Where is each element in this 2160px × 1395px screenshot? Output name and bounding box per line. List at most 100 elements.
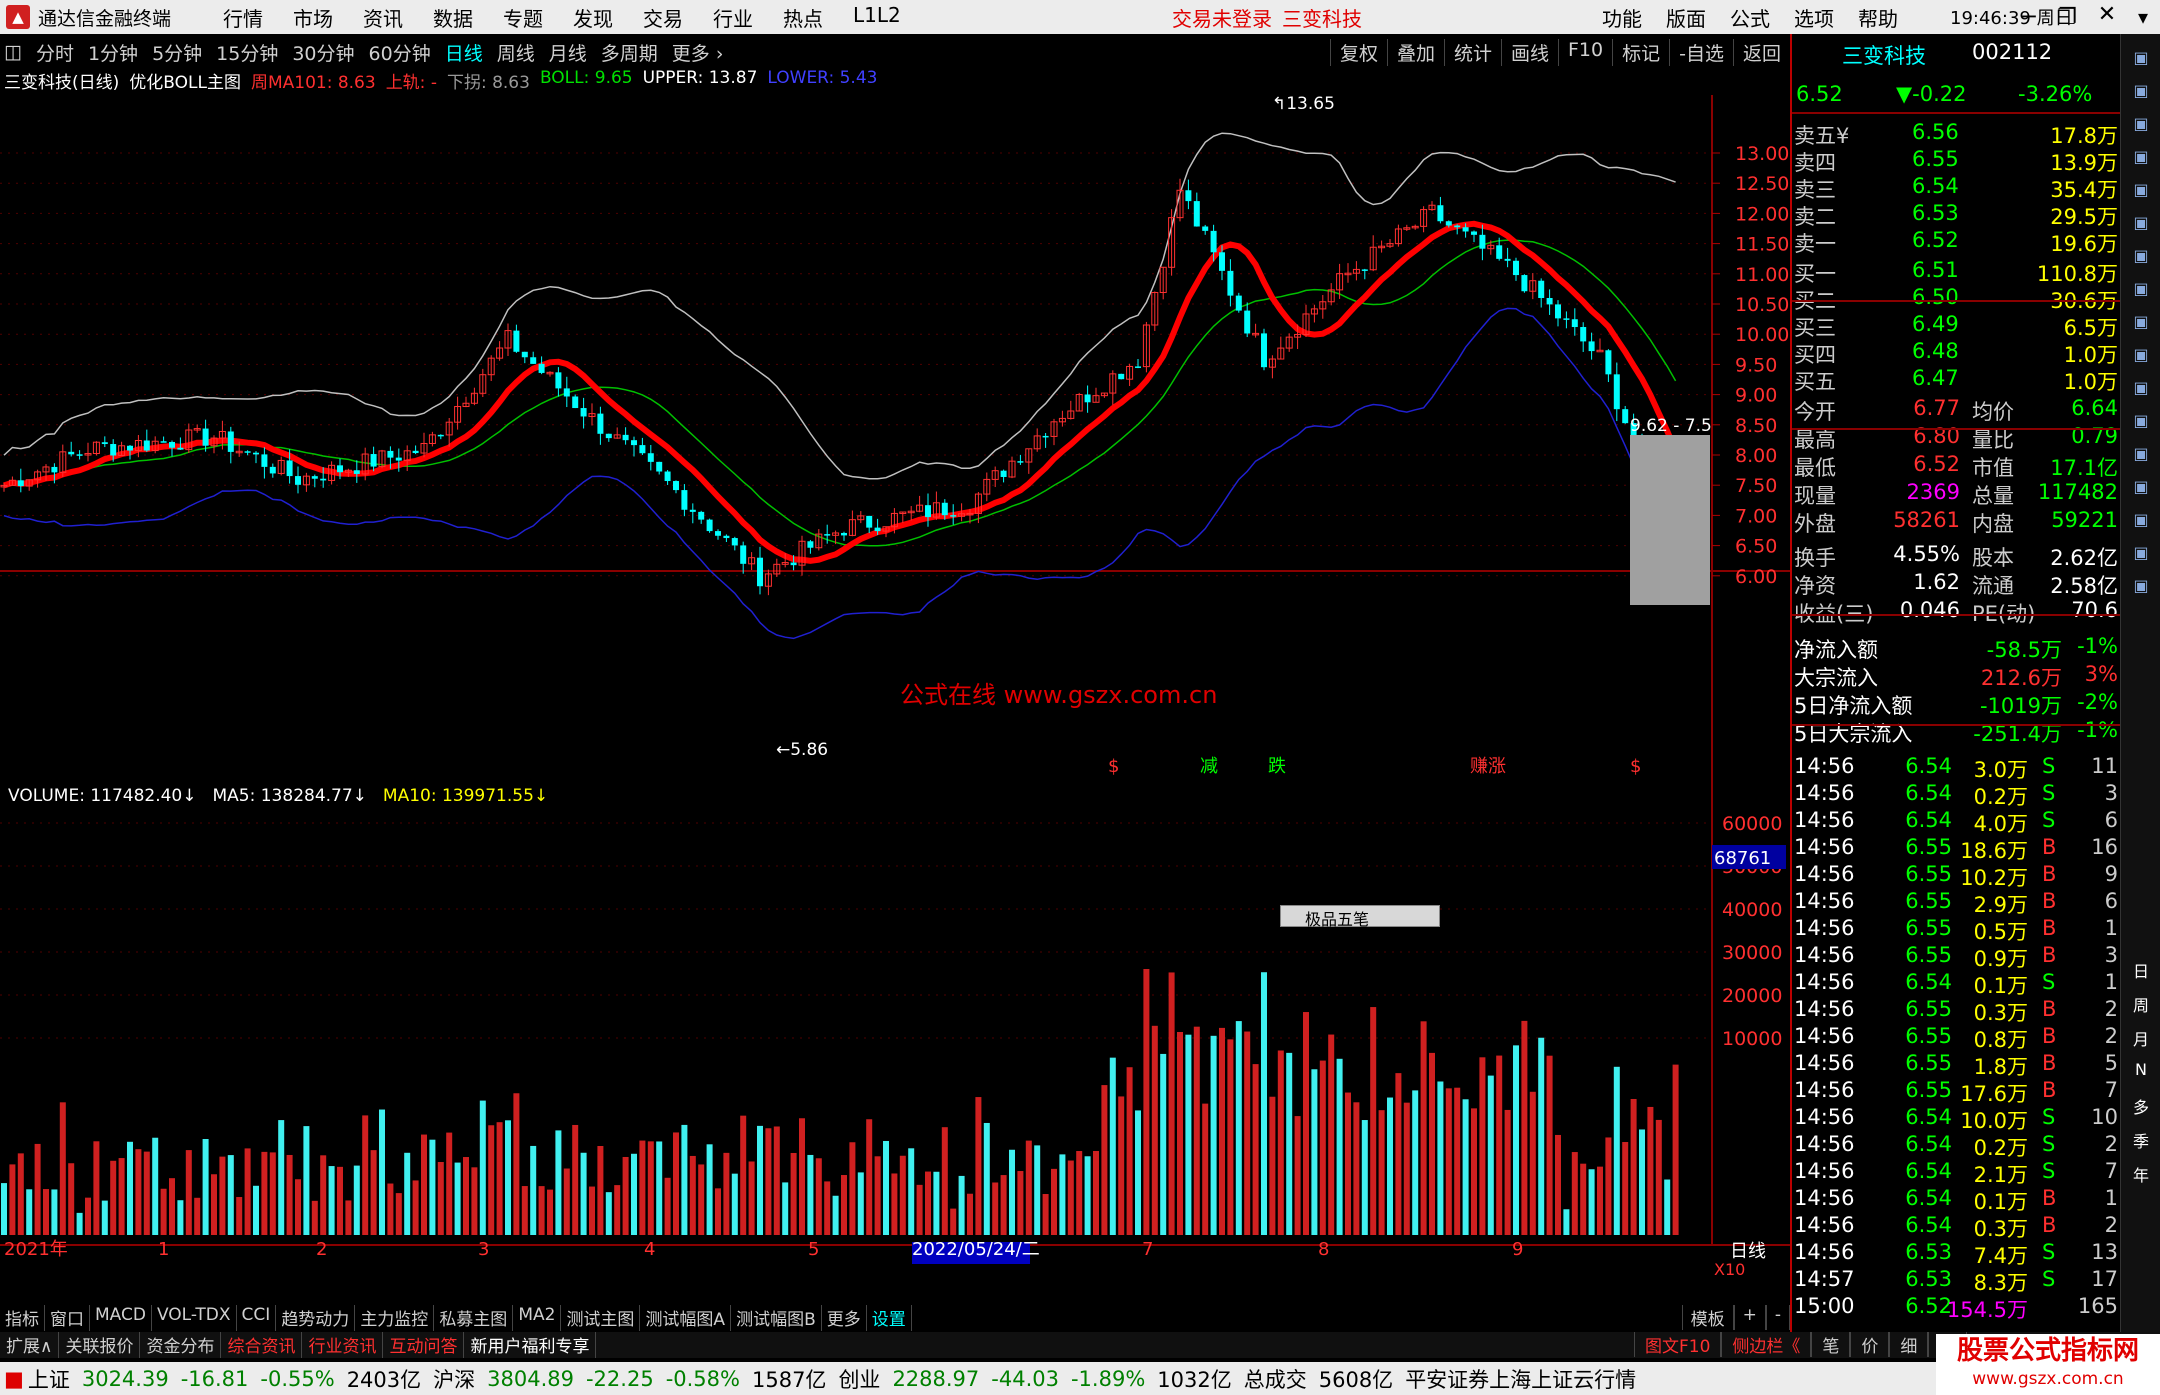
- minimize-icon[interactable]: ─: [2012, 5, 2046, 30]
- period-1min[interactable]: 1分钟: [88, 39, 138, 66]
- indicator-tab[interactable]: 设置: [867, 1305, 912, 1331]
- period-shortcut[interactable]: 季: [2127, 1128, 2155, 1152]
- buy-level[interactable]: 买四 6.48 1.0万: [1792, 339, 2122, 367]
- collapse-icon[interactable]: ▾: [2126, 5, 2160, 29]
- sell-level[interactable]: 卖五¥ 6.56 17.8万: [1792, 120, 2122, 148]
- fs-icon[interactable]: ▣: [2127, 543, 2155, 567]
- indicator-tab[interactable]: 测试幅图A: [640, 1305, 732, 1331]
- flow-row[interactable]: 5日大宗流入 -251.4万 -1%: [1792, 718, 2122, 746]
- indicator-tab[interactable]: VOL-TDX: [152, 1305, 237, 1331]
- move-icon[interactable]: ▣: [2127, 477, 2155, 501]
- line-icon[interactable]: ▣: [2127, 180, 2155, 204]
- buy-level[interactable]: 买三 6.49 6.5万: [1792, 312, 2122, 340]
- menu-item[interactable]: 发现: [573, 3, 613, 32]
- settings-icon[interactable]: ▣: [2127, 378, 2155, 402]
- ime-toolbar[interactable]: 极品五笔: [1280, 905, 1440, 929]
- menu-item[interactable]: 行业: [713, 3, 753, 32]
- kline-chart[interactable]: 13.00 12.50 12.00 11.50 11.00 10.50 10.00 9.50 9…: [0, 95, 1790, 1285]
- tick-row[interactable]: 14:56 6.55 17.6万 B 7: [1792, 1078, 2122, 1106]
- info-tab[interactable]: 扩展∧: [0, 1332, 60, 1358]
- menu-item[interactable]: 交易: [643, 3, 683, 32]
- tool-back[interactable]: 返回: [1732, 38, 1790, 66]
- menu-item[interactable]: 数据: [433, 3, 473, 32]
- menu-item[interactable]: 专题: [503, 3, 543, 32]
- stat-row[interactable]: 净资 1.62 流通 2.58亿: [1792, 570, 2122, 598]
- tool-remove-watch[interactable]: -自选: [1669, 38, 1733, 66]
- table-icon[interactable]: ▣: [2127, 147, 2155, 171]
- quote-header[interactable]: 三变科技 002112: [1792, 40, 2122, 68]
- side-tab[interactable]: 细: [1889, 1332, 1929, 1357]
- indicator-tab[interactable]: MA2: [513, 1305, 562, 1331]
- stat-row[interactable]: 收益(三) 0.046 PE(动) 70.6: [1792, 598, 2122, 626]
- period-60min[interactable]: 60分钟: [369, 39, 431, 66]
- indicator-tab[interactable]: 指标: [0, 1305, 45, 1331]
- tick-row[interactable]: 15:00 6.52 154.5万 165: [1792, 1294, 2122, 1322]
- period-30min[interactable]: 30分钟: [292, 39, 354, 66]
- index-sh-label[interactable]: 上证: [28, 1364, 70, 1394]
- stat-row[interactable]: 最低 6.52 市值 17.1亿: [1792, 452, 2122, 480]
- close-icon[interactable]: ✕: [2090, 2, 2124, 27]
- flow-row[interactable]: 5日净流入额 -1019万 -2%: [1792, 690, 2122, 718]
- menu-item[interactable]: 热点: [783, 3, 823, 32]
- period-weekly[interactable]: 周线: [497, 39, 535, 66]
- tool-f10[interactable]: F10: [1558, 38, 1612, 66]
- side-tab[interactable]: 笔: [1811, 1332, 1851, 1357]
- tick-row[interactable]: 14:56 6.55 0.8万 B 2: [1792, 1024, 2122, 1052]
- tool-overlay[interactable]: 叠加: [1386, 38, 1444, 66]
- buy-level[interactable]: 买一 6.51 110.8万: [1792, 258, 2122, 286]
- tick-row[interactable]: 14:56 6.54 0.3万 B 2: [1792, 1213, 2122, 1241]
- rsi-icon[interactable]: ▣: [2127, 444, 2155, 468]
- candle-icon[interactable]: ▣: [2127, 213, 2155, 237]
- side-tab[interactable]: 图文F10: [1634, 1332, 1722, 1357]
- tick-row[interactable]: 14:56 6.55 2.9万 B 6: [1792, 889, 2122, 917]
- tick-row[interactable]: 14:57 6.53 8.3万 S 17: [1792, 1267, 2122, 1295]
- info-tab[interactable]: 综合资讯: [221, 1332, 303, 1358]
- stat-row[interactable]: 换手 4.55% 股本 2.62亿: [1792, 542, 2122, 570]
- broker-name[interactable]: 平安证券上海上证云行情: [1405, 1364, 1636, 1394]
- period-multi[interactable]: 多周期: [601, 39, 658, 66]
- pen-icon[interactable]: ▣: [2127, 510, 2155, 534]
- tick-row[interactable]: 14:56 6.55 1.8万 B 5: [1792, 1051, 2122, 1079]
- buy-level[interactable]: 买二 6.50 30.6万: [1792, 285, 2122, 313]
- tick-row[interactable]: 14:56 6.55 0.3万 B 2: [1792, 997, 2122, 1025]
- arrow-up-icon[interactable]: ▣: [2127, 48, 2155, 72]
- filter-icon[interactable]: ▣: [2127, 411, 2155, 435]
- tick-row[interactable]: 14:56 6.54 4.0万 S 6: [1792, 808, 2122, 836]
- tick-row[interactable]: 14:56 6.54 0.2万 S 3: [1792, 781, 2122, 809]
- period-more[interactable]: 更多 ›: [672, 39, 724, 66]
- tick-row[interactable]: 14:56 6.54 0.1万 S 1: [1792, 970, 2122, 998]
- period-shortcut[interactable]: 多: [2127, 1094, 2155, 1118]
- menu-item[interactable]: 公式: [1730, 3, 1770, 32]
- period-shortcut[interactable]: 年: [2127, 1162, 2155, 1186]
- info-tab[interactable]: 新用户福利专享: [464, 1332, 597, 1358]
- tick-row[interactable]: 14:56 6.54 0.2万 S 2: [1792, 1132, 2122, 1160]
- toggle-icon[interactable]: ◫: [4, 41, 22, 63]
- template-control[interactable]: 模板: [1681, 1305, 1734, 1330]
- menu-item[interactable]: 功能: [1602, 3, 1642, 32]
- indicator-tab[interactable]: 测试主图: [561, 1305, 641, 1331]
- template-control[interactable]: -: [1765, 1305, 1790, 1330]
- tool-stats[interactable]: 统计: [1443, 38, 1501, 66]
- indicator-tab[interactable]: 主力监控: [355, 1305, 435, 1331]
- flow-row[interactable]: 大宗流入 212.6万 3%: [1792, 662, 2122, 690]
- buy-level[interactable]: 买五 6.47 1.0万: [1792, 366, 2122, 394]
- tick-row[interactable]: 14:56 6.53 7.4万 S 13: [1792, 1240, 2122, 1268]
- trade-status[interactable]: 交易未登录: [1172, 3, 1272, 32]
- indicator-name[interactable]: 优化BOLL主图: [129, 68, 241, 94]
- tick-row[interactable]: 14:56 6.54 10.0万 S 10: [1792, 1105, 2122, 1133]
- flow-row[interactable]: 净流入额 -58.5万 -1%: [1792, 634, 2122, 662]
- tool-draw[interactable]: 画线: [1500, 38, 1558, 66]
- sell-level[interactable]: 卖二 6.53 29.5万: [1792, 201, 2122, 229]
- sell-level[interactable]: 卖三 6.54 35.4万: [1792, 174, 2122, 202]
- period-15min[interactable]: 15分钟: [216, 39, 278, 66]
- indicator-tab[interactable]: 测试幅图B: [731, 1305, 822, 1331]
- indicator-tab[interactable]: 私募主图: [434, 1305, 514, 1331]
- tool-adjust[interactable]: 复权: [1329, 38, 1387, 66]
- menu-item[interactable]: 选项: [1794, 3, 1834, 32]
- panel-icon[interactable]: ▣: [2127, 345, 2155, 369]
- info-tab[interactable]: 资金分布: [140, 1332, 222, 1358]
- period-daily[interactable]: 日线: [445, 39, 483, 66]
- tick-row[interactable]: 14:56 6.55 0.9万 B 3: [1792, 943, 2122, 971]
- menu-item[interactable]: 帮助: [1858, 3, 1898, 32]
- tick-row[interactable]: 14:56 6.54 3.0万 S 11: [1792, 754, 2122, 782]
